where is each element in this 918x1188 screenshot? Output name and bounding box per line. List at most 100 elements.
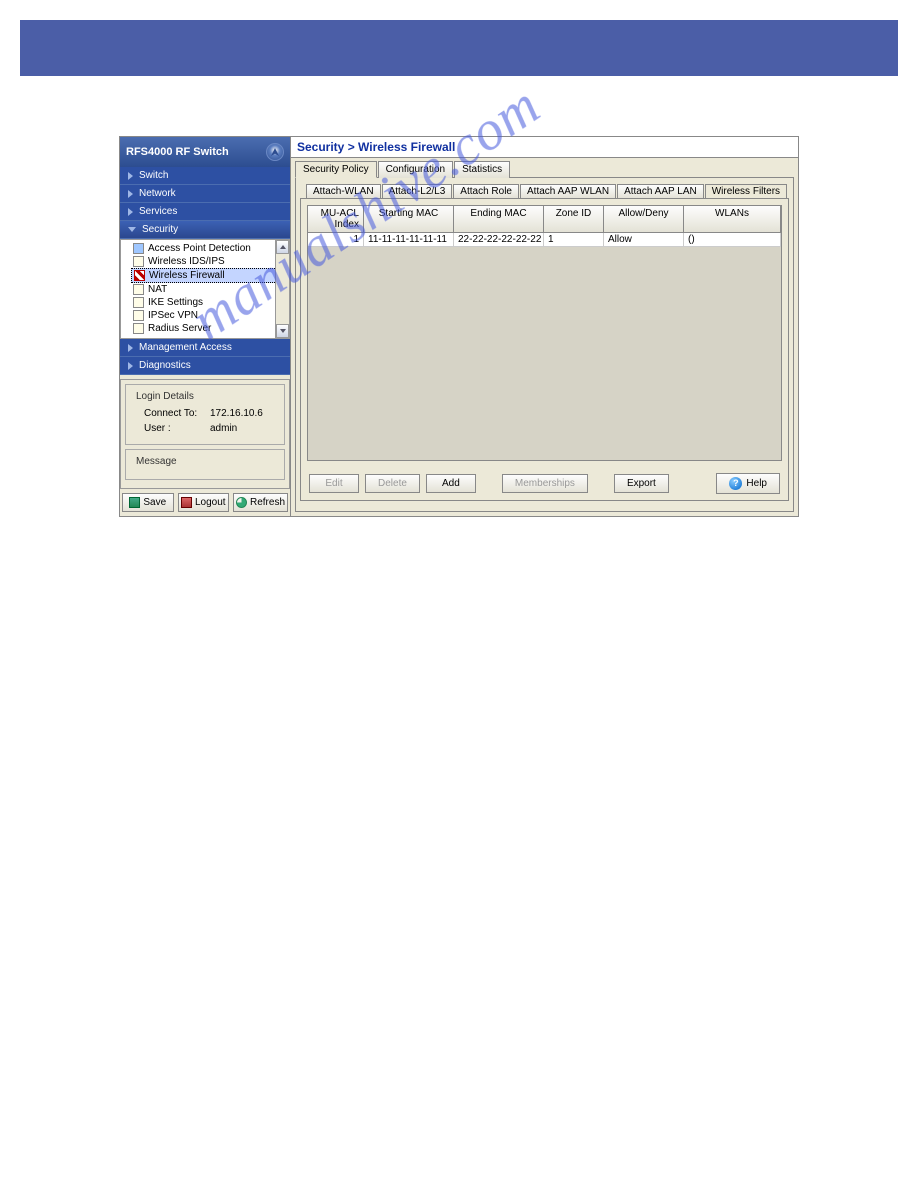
logout-button[interactable]: Logout: [178, 493, 230, 512]
inner-body: MU-ACL Index Starting MAC Ending MAC Zon…: [300, 198, 789, 501]
tree-label: NAT: [148, 284, 167, 295]
save-button[interactable]: Save: [122, 493, 174, 512]
help-button[interactable]: ? Help: [716, 473, 780, 494]
tree-label: Radius Server: [148, 323, 211, 334]
side-info-panel: Login Details Connect To: 172.16.10.6 Use…: [120, 379, 290, 489]
page-top-banner: [20, 20, 898, 76]
arrow-right-icon: [128, 190, 133, 198]
save-icon: [129, 497, 140, 508]
scroll-up-icon[interactable]: [276, 240, 289, 254]
tree-label: IPSec VPN: [148, 310, 198, 321]
nav-item-switch[interactable]: Switch: [120, 167, 290, 185]
ap-icon: [133, 243, 144, 254]
vpn-icon: [133, 310, 144, 321]
itab-attach-aap-lan[interactable]: Attach AAP LAN: [617, 184, 704, 198]
arrow-down-icon: [128, 227, 136, 232]
edit-button[interactable]: Edit: [309, 474, 359, 493]
tree-label: Access Point Detection: [148, 243, 251, 254]
nav-label: Security: [142, 224, 178, 235]
user-value: admin: [210, 423, 237, 434]
col-wlans[interactable]: WLANs: [684, 206, 781, 232]
tree-label: IKE Settings: [148, 297, 203, 308]
tab-configuration[interactable]: Configuration: [378, 161, 453, 178]
nav-label: Services: [139, 206, 177, 217]
grid-header: MU-ACL Index Starting MAC Ending MAC Zon…: [308, 206, 781, 233]
motorola-logo-icon: [266, 143, 284, 161]
brand-title: RFS4000 RF Switch: [126, 146, 229, 158]
logout-icon: [181, 497, 192, 508]
cell-allow: Allow: [604, 233, 684, 246]
tree-item-nat[interactable]: NAT: [131, 283, 287, 296]
nav-label: Network: [139, 188, 176, 199]
breadcrumb: Security > Wireless Firewall: [291, 137, 798, 158]
col-index[interactable]: MU-ACL Index: [308, 206, 364, 232]
tree-item-ipsec[interactable]: IPSec VPN: [131, 309, 287, 322]
tab-security-policy[interactable]: Security Policy: [295, 161, 377, 178]
nav-item-network[interactable]: Network: [120, 185, 290, 203]
col-allow[interactable]: Allow/Deny: [604, 206, 684, 232]
refresh-icon: [236, 497, 247, 508]
connect-value: 172.16.10.6: [210, 408, 263, 419]
login-details: Login Details Connect To: 172.16.10.6 Use…: [125, 384, 285, 445]
btn-label: Save: [143, 497, 166, 508]
cell-wlans: (): [684, 233, 781, 246]
arrow-right-icon: [128, 172, 133, 180]
radius-icon: [133, 323, 144, 334]
col-start-mac[interactable]: Starting MAC: [364, 206, 454, 232]
nav-item-services[interactable]: Services: [120, 203, 290, 221]
nat-icon: [133, 284, 144, 295]
main-area: Security > Wireless Firewall Security Po…: [290, 137, 798, 516]
nav-label: Management Access: [139, 342, 232, 353]
tree-item-apd[interactable]: Access Point Detection: [131, 242, 287, 255]
col-end-mac[interactable]: Ending MAC: [454, 206, 544, 232]
delete-button[interactable]: Delete: [365, 474, 420, 493]
itab-attach-aap-wlan[interactable]: Attach AAP WLAN: [520, 184, 616, 198]
firewall-icon: [134, 270, 145, 281]
btn-label: Refresh: [250, 497, 285, 508]
cell-index: 1: [308, 233, 364, 246]
col-zone[interactable]: Zone ID: [544, 206, 604, 232]
tree-label: Wireless IDS/IPS: [148, 256, 225, 267]
cell-zone: 1: [544, 233, 604, 246]
nav-item-diagnostics[interactable]: Diagnostics: [120, 357, 290, 375]
add-button[interactable]: Add: [426, 474, 476, 493]
itab-attach-l2l3[interactable]: Attach-L2/L3: [382, 184, 453, 198]
tree-item-ike[interactable]: IKE Settings: [131, 296, 287, 309]
nav-label: Switch: [139, 170, 168, 181]
tab-statistics[interactable]: Statistics: [454, 161, 510, 178]
nav-lower: Management Access Diagnostics: [120, 339, 290, 375]
itab-attach-wlan[interactable]: Attach-WLAN: [306, 184, 381, 198]
itab-attach-role[interactable]: Attach Role: [453, 184, 519, 198]
tree-item-radius[interactable]: Radius Server: [131, 322, 287, 335]
action-bar: Edit Delete Add Memberships Export ? Hel…: [301, 467, 788, 500]
message-panel: Message: [125, 449, 285, 480]
filters-grid: MU-ACL Index Starting MAC Ending MAC Zon…: [307, 205, 782, 461]
cell-start: 11-11-11-11-11-11: [364, 233, 454, 246]
nav-item-management[interactable]: Management Access: [120, 339, 290, 357]
user-label: User :: [144, 423, 204, 434]
top-tabs: Security Policy Configuration Statistics: [291, 158, 798, 177]
itab-wireless-filters[interactable]: Wireless Filters: [705, 184, 787, 198]
arrow-right-icon: [128, 208, 133, 216]
sidebar: RFS4000 RF Switch Switch Network Service…: [120, 137, 290, 516]
help-label: Help: [746, 478, 767, 489]
table-row[interactable]: 1 11-11-11-11-11-11 22-22-22-22-22-22 1 …: [308, 233, 781, 247]
scroll-down-icon[interactable]: [276, 324, 289, 338]
refresh-button[interactable]: Refresh: [233, 493, 288, 512]
memberships-button[interactable]: Memberships: [502, 474, 588, 493]
tree-item-ids[interactable]: Wireless IDS/IPS: [131, 255, 287, 268]
btn-label: Logout: [195, 497, 226, 508]
export-button[interactable]: Export: [614, 474, 669, 493]
cell-end: 22-22-22-22-22-22: [454, 233, 544, 246]
nav-item-security[interactable]: Security: [120, 221, 290, 239]
sidebar-buttons: Save Logout Refresh: [120, 489, 290, 516]
ike-icon: [133, 297, 144, 308]
tree-scrollbar[interactable]: [275, 240, 289, 338]
tree-item-firewall[interactable]: Wireless Firewall: [131, 268, 287, 283]
login-title: Login Details: [134, 391, 196, 402]
arrow-right-icon: [128, 344, 133, 352]
arrow-right-icon: [128, 362, 133, 370]
connect-label: Connect To:: [144, 408, 204, 419]
app-window: RFS4000 RF Switch Switch Network Service…: [119, 136, 799, 517]
nav: Switch Network Services Security: [120, 167, 290, 239]
